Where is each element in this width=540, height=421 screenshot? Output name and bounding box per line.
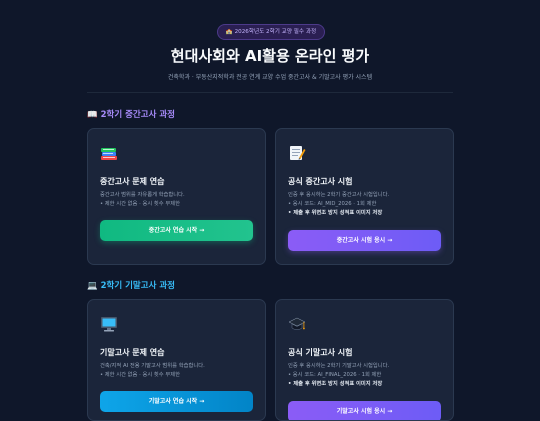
card-description: 건축/지적 AI 전용 기말고사 범위를 학습합니다. • 제한 시간 없음 ·…: [100, 363, 205, 378]
card-title: 기말고사 문제 연습: [100, 348, 165, 357]
midterm-practice-card: 중간고사 문제 연습 중간고사 범위를 자유롭게 학습합니다. • 제한 시간 …: [87, 128, 266, 265]
take-midterm-exam-button[interactable]: 중간고사 시험 응시 →: [288, 230, 441, 251]
semester-badge: 🏫 2026학년도 2학기 교양 필수 과정: [217, 24, 325, 40]
card-title: 공식 중간고사 시험: [288, 177, 353, 186]
section-title-final: 💻 2학기 기말고사 과정: [87, 281, 175, 291]
card-description: 중간고사 범위를 자유롭게 학습합니다. • 제한 시간 없음 · 응시 횟수 …: [100, 192, 185, 207]
midterm-exam-card: 공식 중간고사 시험 인증 후 응시하는 2학기 중간고사 시험입니다. • 응…: [275, 128, 454, 265]
books-icon: [101, 148, 117, 160]
take-final-exam-button[interactable]: 기말고사 시험 응시 →: [288, 401, 441, 420]
memo-icon: [290, 146, 306, 160]
header-divider: [87, 92, 453, 93]
page-subtitle: 건축학과 · 부동산지적학과 전공 연계 교양 수업 중간고사 & 기말고사 평…: [167, 74, 373, 81]
card-title: 중간고사 문제 연습: [100, 177, 165, 186]
card-description: 인증 후 응시하는 2학기 기말고사 시험입니다. • 응시 코드: AI_FI…: [288, 363, 390, 387]
graduation-cap-icon: [288, 317, 306, 330]
card-description: 인증 후 응시하는 2학기 중간고사 시험입니다. • 응시 코드: AI_MI…: [288, 192, 390, 216]
final-practice-card: 기말고사 문제 연습 건축/지적 AI 전용 기말고사 범위를 학습합니다. •…: [87, 299, 266, 421]
start-final-practice-button[interactable]: 기말고사 연습 시작 →: [100, 391, 253, 412]
book-icon: 📖: [87, 110, 98, 120]
card-title: 공식 기말고사 시험: [288, 348, 353, 357]
start-midterm-practice-button[interactable]: 중간고사 연습 시작 →: [100, 220, 253, 241]
section-title-midterm: 📖 2학기 중간고사 과정: [87, 110, 175, 120]
page-title: 현대사회와 AI활용 온라인 평가: [170, 47, 370, 65]
final-exam-card: 공식 기말고사 시험 인증 후 응시하는 2학기 기말고사 시험입니다. • 응…: [275, 299, 454, 421]
monitor-icon: [101, 317, 117, 332]
laptop-icon: 💻: [87, 281, 98, 291]
